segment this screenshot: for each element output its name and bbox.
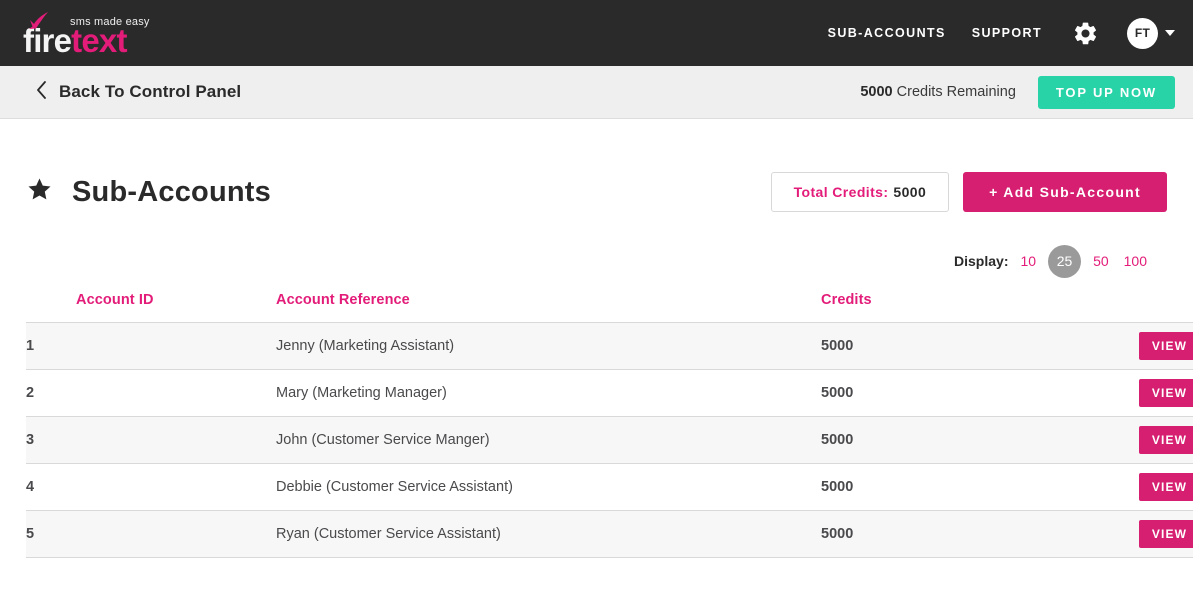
firetext-logo[interactable]: sms made easy firetext (22, 9, 149, 57)
page-title-group: Sub-Accounts (26, 176, 271, 209)
cell-account-id: 4 (26, 479, 35, 495)
credits-remaining: 5000 Credits Remaining (860, 84, 1016, 100)
view-button[interactable]: VIEW (1138, 426, 1193, 454)
table-row[interactable]: 1 Jenny (Marketing Assistant) 5000 VIEW (26, 322, 1193, 370)
sub-header-bar: Back To Control Panel 5000 Credits Remai… (0, 66, 1193, 119)
nav-support[interactable]: SUPPORT (972, 26, 1042, 40)
cell-account-id: 2 (26, 385, 35, 401)
table-header-row: Account ID Account Reference Credits (26, 284, 1193, 323)
column-header-credits[interactable]: Credits (821, 284, 1071, 323)
star-icon (26, 176, 53, 208)
table-row[interactable]: 4 Debbie (Customer Service Assistant) 50… (26, 464, 1193, 511)
view-button-label: VIEW (1151, 339, 1187, 353)
column-header-account-id[interactable]: Account ID (26, 284, 276, 323)
user-menu[interactable]: FT (1127, 17, 1175, 49)
sub-header-actions: 5000 Credits Remaining TOP UP NOW (860, 75, 1175, 109)
column-header-actions (1071, 284, 1193, 323)
display-selector: Display: 10 25 50 100 (26, 244, 1167, 278)
cell-account-id: 1 (26, 338, 35, 354)
cell-credits: 5000 (821, 526, 854, 542)
view-button-label: VIEW (1151, 433, 1187, 447)
display-option-25[interactable]: 25 (1048, 244, 1082, 278)
back-link-label: Back To Control Panel (59, 82, 242, 101)
cell-credits: 5000 (821, 432, 854, 448)
logo-tagline: sms made easy (70, 16, 150, 28)
total-credits-badge: Total Credits: 5000 (770, 172, 950, 212)
table-row[interactable]: 2 Mary (Marketing Manager) 5000 VIEW (26, 370, 1193, 417)
main-content: Sub-Accounts Total Credits: 5000 + Add S… (0, 119, 1193, 558)
avatar: FT (1127, 17, 1158, 49)
nav-sub-accounts[interactable]: SUB-ACCOUNTS (828, 26, 946, 40)
table-row[interactable]: 3 John (Customer Service Manger) 5000 VI… (26, 416, 1193, 464)
page-title: Sub-Accounts (72, 175, 271, 208)
display-option-10[interactable]: 10 (1017, 253, 1039, 269)
cell-account-id: 5 (26, 526, 35, 542)
cell-actions: VIEW (1071, 323, 1193, 370)
cell-account-reference: John (Customer Service Manger) (276, 432, 490, 448)
column-header-account-reference[interactable]: Account Reference (276, 284, 821, 323)
top-up-now-button[interactable]: TOP UP NOW (1037, 75, 1175, 109)
page-header-actions: Total Credits: 5000 + Add Sub-Account (770, 172, 1167, 212)
cell-account-reference: Mary (Marketing Manager) (276, 385, 447, 401)
cell-account-id: 3 (26, 432, 35, 448)
cell-account-reference: Debbie (Customer Service Assistant) (276, 479, 513, 495)
view-button-label: VIEW (1151, 386, 1187, 400)
flame-icon (26, 11, 56, 46)
view-button[interactable]: VIEW (1138, 473, 1193, 501)
gear-icon[interactable] (1072, 20, 1099, 47)
add-sub-account-button[interactable]: + Add Sub-Account (963, 172, 1167, 212)
cell-account-reference: Jenny (Marketing Assistant) (276, 338, 455, 354)
credits-remaining-number: 5000 (860, 84, 893, 100)
table-head: Account ID Account Reference Credits (26, 284, 1193, 323)
view-button[interactable]: VIEW (1138, 520, 1193, 548)
cell-actions: VIEW (1071, 370, 1193, 417)
total-credits-value: 5000 (893, 184, 927, 200)
chevron-left-icon (36, 80, 47, 104)
cell-credits: 5000 (821, 338, 854, 354)
cell-actions: VIEW (1071, 464, 1193, 511)
display-option-100[interactable]: 100 (1121, 253, 1150, 269)
top-header: sms made easy firetext SUB-ACCOUNTS SUPP… (0, 0, 1193, 66)
table-body: 1 Jenny (Marketing Assistant) 5000 VIEW … (26, 322, 1193, 558)
back-to-control-panel-link[interactable]: Back To Control Panel (36, 80, 242, 104)
cell-actions: VIEW (1071, 417, 1193, 464)
cell-account-reference: Ryan (Customer Service Assistant) (276, 526, 501, 542)
page-header: Sub-Accounts Total Credits: 5000 + Add S… (26, 119, 1167, 212)
view-button[interactable]: VIEW (1138, 379, 1193, 407)
view-button-label: VIEW (1151, 480, 1187, 494)
chevron-down-icon (1165, 30, 1175, 36)
display-option-50[interactable]: 50 (1090, 253, 1112, 269)
cell-actions: VIEW (1071, 511, 1193, 558)
view-button[interactable]: VIEW (1138, 332, 1193, 360)
cell-credits: 5000 (821, 479, 854, 495)
sub-accounts-table: Account ID Account Reference Credits 1 J… (26, 284, 1193, 558)
table-row[interactable]: 5 Ryan (Customer Service Assistant) 5000… (26, 510, 1193, 558)
total-credits-label: Total Credits: (793, 184, 889, 200)
cell-credits: 5000 (821, 385, 854, 401)
credits-remaining-label: Credits Remaining (896, 84, 1016, 100)
top-navigation: SUB-ACCOUNTS SUPPORT FT (828, 17, 1175, 49)
display-label: Display: (954, 253, 1009, 269)
view-button-label: VIEW (1151, 527, 1187, 541)
